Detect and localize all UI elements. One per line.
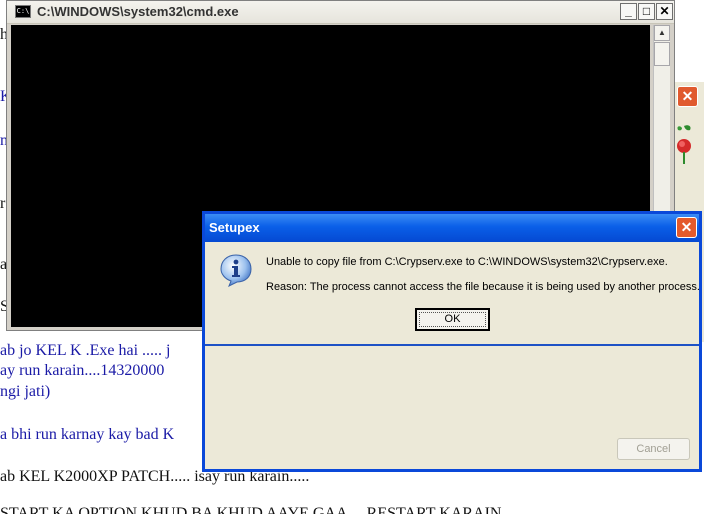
ok-button[interactable]: OK — [415, 308, 490, 331]
background-text-line: a bhi run karnay kay bad K — [0, 426, 175, 443]
scroll-up-arrow-icon[interactable]: ▲ — [654, 25, 670, 41]
cancel-button[interactable]: Cancel — [617, 438, 690, 460]
close-button[interactable]: ✕ — [656, 3, 673, 20]
message-panel: Unable to copy file from C:\Crypserv.exe… — [205, 242, 700, 344]
background-text-line: ay run karain....14320000 — [0, 362, 165, 379]
rose-icon — [677, 125, 691, 164]
background-text-line: ngi jati) — [0, 383, 51, 400]
background-text-line: START KA OPTION KHUD BA KHUD AAYE GAA ..… — [0, 505, 502, 514]
error-reason: Reason: The process cannot access the fi… — [266, 281, 700, 293]
dialog-titlebar[interactable]: Setupex ✕ — [205, 214, 699, 242]
cmd-window-title: C:\WINDOWS\system32\cmd.exe — [37, 4, 239, 19]
background-text-line: ab jo KEL K .Exe hai ..... j — [0, 342, 171, 359]
scrollbar-thumb[interactable] — [654, 42, 670, 66]
minimize-button[interactable]: _ — [620, 3, 637, 20]
info-icon — [220, 254, 252, 287]
setupex-dialog: Setupex ✕ Unable to copy file from C:\Cr… — [202, 211, 702, 472]
background-text-fragment: r — [0, 195, 6, 212]
maximize-button[interactable]: □ — [638, 3, 655, 20]
cmd-icon: C:\ — [15, 5, 31, 18]
dialog-title: Setupex — [209, 220, 260, 235]
dialog-close-button[interactable]: ✕ — [676, 217, 697, 238]
divider — [205, 344, 699, 346]
background-window-close-button[interactable]: ✕ — [677, 86, 698, 107]
error-message: Unable to copy file from C:\Crypserv.exe… — [266, 256, 668, 268]
cmd-titlebar[interactable]: C:\ C:\WINDOWS\system32\cmd.exe _ □ ✕ — [7, 1, 674, 24]
